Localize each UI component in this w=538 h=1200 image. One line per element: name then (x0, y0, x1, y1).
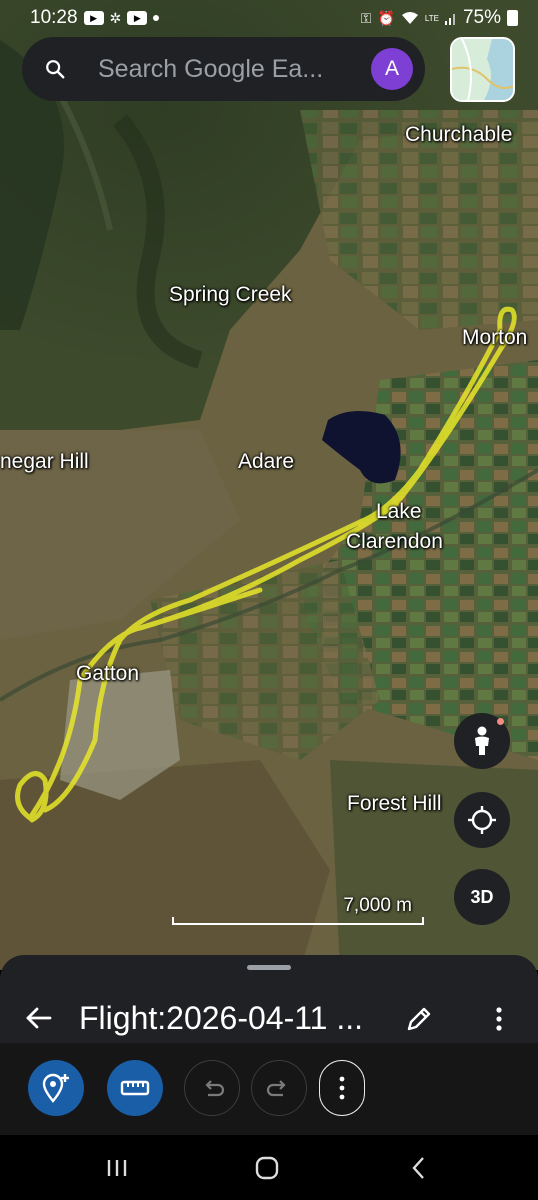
project-bottom-sheet[interactable]: Flight:2026-04-11 ... (0, 955, 538, 1135)
place-label: Churchable (405, 123, 513, 146)
pinwheel-icon: ✲ (109, 9, 122, 26)
signal-icon (444, 11, 457, 25)
project-title: Flight:2026-04-11 ... (79, 1000, 364, 1036)
sheet-header: Flight:2026-04-11 ... (0, 993, 538, 1043)
search-input[interactable] (96, 53, 371, 85)
home-icon[interactable] (252, 1153, 282, 1183)
place-label: Morton (462, 326, 528, 349)
place-label: Forest Hill (347, 792, 442, 815)
status-time: 10:28 (30, 7, 78, 28)
place-label: negar Hill (0, 450, 89, 473)
place-label: Spring Creek (169, 283, 292, 306)
network-type: LTE (424, 13, 439, 23)
redo-button[interactable] (251, 1060, 307, 1116)
scale-line (172, 917, 424, 925)
drag-handle[interactable] (247, 965, 291, 970)
more-vert-icon[interactable] (486, 1003, 512, 1035)
pegman-icon (475, 726, 489, 755)
more-vert-icon (339, 1076, 345, 1100)
view-3d-button[interactable]: 3D (454, 869, 510, 925)
street-view-button[interactable] (454, 713, 510, 769)
more-tools-button[interactable] (319, 1060, 365, 1116)
undo-icon (205, 1080, 225, 1097)
layers-thumbnail-icon (452, 39, 513, 100)
key-icon: ⚿ (360, 9, 372, 26)
place-label: Adare (238, 450, 295, 473)
ruler-icon (120, 1080, 150, 1096)
redo-icon (266, 1080, 286, 1097)
my-location-icon (468, 806, 496, 834)
undo-button[interactable] (184, 1060, 240, 1116)
alarm-icon: ⏰ (377, 9, 395, 26)
dot-icon (153, 15, 160, 21)
youtube-icon: ▶ (83, 11, 104, 25)
search-bar[interactable]: A (22, 37, 425, 101)
battery-percent: 75% (462, 7, 501, 28)
scale-bar: 7,000 m (172, 895, 424, 925)
map-layers-button[interactable] (450, 37, 515, 102)
wifi-icon (401, 11, 419, 25)
status-bar: 10:28 ▶ ✲ ▶ ⚿ ⏰ LTE 75% (0, 0, 538, 36)
place-label: Clarendon (346, 530, 443, 553)
system-navigation-bar (0, 1135, 538, 1200)
search-icon (46, 60, 65, 79)
back-icon[interactable] (404, 1153, 434, 1183)
recents-icon[interactable] (102, 1153, 132, 1183)
battery-icon (507, 10, 518, 26)
measure-button[interactable] (107, 1060, 163, 1116)
back-arrow-icon[interactable] (24, 1003, 54, 1033)
add-location-icon (42, 1073, 69, 1103)
edit-pencil-icon[interactable] (403, 1003, 435, 1035)
youtube-icon: ▶ (127, 11, 148, 25)
project-toolbar (0, 1043, 538, 1135)
notification-dot (497, 718, 504, 725)
place-label: Lake (376, 500, 422, 523)
add-placemark-button[interactable] (28, 1060, 84, 1116)
my-location-button[interactable] (454, 792, 510, 848)
avatar[interactable]: A (371, 48, 413, 90)
place-label: Gatton (76, 662, 140, 685)
scale-label: 7,000 m (343, 895, 412, 916)
